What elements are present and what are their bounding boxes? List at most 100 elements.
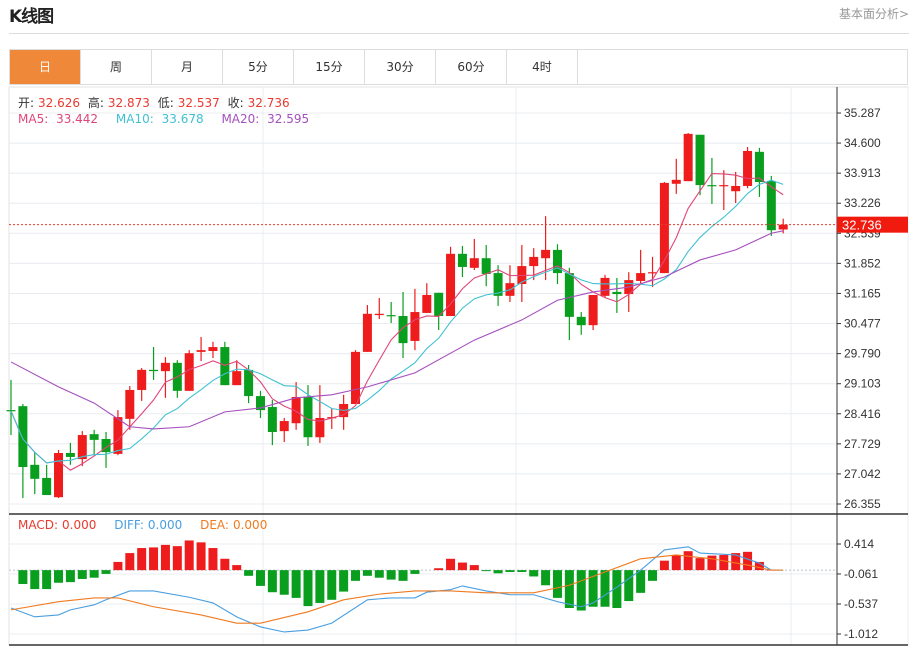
high-value: 32.873 <box>107 96 150 110</box>
macd-bar <box>446 558 456 571</box>
macd-bar <box>659 560 669 571</box>
candle-body <box>137 369 147 390</box>
ma5-value: 33.442 <box>56 112 99 126</box>
price-tick-label: 33.226 <box>844 196 881 210</box>
macd-bar <box>279 570 289 595</box>
macd-bar <box>469 565 479 571</box>
ma10-legend: MA10: 33.678 <box>116 112 208 126</box>
macd-bar <box>743 551 753 571</box>
macd-tick-label: -1.012 <box>844 627 878 641</box>
candle-body <box>362 313 372 352</box>
diff-value: 0.000 <box>147 518 183 532</box>
price-tick-label: 31.852 <box>844 256 881 270</box>
price-tick-label: 27.729 <box>844 437 881 451</box>
macd-bar <box>125 553 135 571</box>
candle-body <box>125 389 135 419</box>
candle-body <box>600 277 610 296</box>
candle-body <box>149 369 159 372</box>
macd-legend: MACD: 0.000 <box>18 518 100 532</box>
macd-bar <box>232 565 242 571</box>
candle-body <box>612 291 622 295</box>
ma20-legend: MA20: 32.595 <box>221 112 313 126</box>
candle-body <box>18 406 28 468</box>
macd-bar <box>648 570 658 581</box>
price-tick-label: 31.165 <box>844 286 881 300</box>
candle-body <box>398 315 408 344</box>
macd-bar <box>410 570 420 574</box>
macd-bar <box>552 570 562 598</box>
macd-tick-label: -0.537 <box>844 597 878 611</box>
macd-bar <box>113 561 123 571</box>
candle-body <box>648 272 658 274</box>
macd-bar <box>564 570 574 608</box>
candle-body <box>42 477 52 496</box>
diff-label: DIFF: <box>114 518 144 532</box>
macd-bar <box>30 570 40 590</box>
candle-body <box>30 464 40 479</box>
ma20-label: MA20: <box>221 112 260 126</box>
macd-bar <box>517 570 527 573</box>
candle-body <box>89 434 99 440</box>
macd-bar <box>315 570 325 603</box>
macd-bar <box>327 570 337 600</box>
macd-bar <box>291 570 301 598</box>
ma20-value: 32.595 <box>267 112 310 126</box>
dea-legend: DEA: 0.000 <box>200 518 271 532</box>
candle-body <box>374 313 384 316</box>
last-price-label: 32.736 <box>842 218 882 233</box>
candle-body <box>279 421 289 432</box>
macd-bar <box>172 546 182 571</box>
macd-bar <box>42 570 52 590</box>
macd-info: MACD: 0.000 DIFF: 0.000 DEA: 0.000 <box>18 518 275 532</box>
macd-bar <box>457 562 467 571</box>
candle-body <box>564 273 574 317</box>
candle-body <box>778 224 788 230</box>
dea-value: 0.000 <box>232 518 268 532</box>
price-tick-label: 34.600 <box>844 136 881 150</box>
ma-info: MA5: 33.442 MA10: 33.678 MA20: 32.595 <box>18 112 317 126</box>
macd-bar <box>695 558 705 571</box>
candle-body <box>541 249 551 259</box>
macd-bar <box>719 554 729 571</box>
macd-tick-label: 0.414 <box>844 537 874 551</box>
candle-body <box>232 371 242 386</box>
candle-body <box>113 417 123 454</box>
ma5-label: MA5: <box>18 112 49 126</box>
macd-bar <box>184 540 194 571</box>
macd-bar <box>600 570 610 607</box>
ma5-legend: MA5: 33.442 <box>18 112 102 126</box>
macd-bar <box>636 570 646 593</box>
candle-body <box>267 407 277 432</box>
close-label: 收: <box>227 96 244 110</box>
candle-body <box>731 185 741 192</box>
macd-bar <box>101 570 111 574</box>
low-value: 32.537 <box>177 96 220 110</box>
macd-label: MACD: <box>18 518 59 532</box>
macd-tick-label: -0.061 <box>844 567 878 581</box>
price-tick-label: 26.355 <box>844 497 881 511</box>
macd-bar <box>137 548 147 571</box>
ohlc-info: 开: 32.626 高: 32.873 低: 32.537 收: 32.736 <box>18 94 294 111</box>
macd-bar <box>77 570 87 579</box>
macd-bar <box>505 570 515 573</box>
candle-body <box>457 253 467 267</box>
macd-bar <box>196 542 206 571</box>
candle-body <box>220 347 230 386</box>
macd-bar <box>434 568 444 571</box>
candle-body <box>422 294 432 313</box>
candle-body <box>65 453 75 457</box>
macd-bar <box>303 570 313 607</box>
candle-body <box>351 351 361 404</box>
candle-body <box>529 256 539 267</box>
macd-bar <box>208 548 218 571</box>
macd-bar <box>707 555 717 571</box>
macd-bar <box>624 570 634 602</box>
macd-bar <box>541 570 551 586</box>
price-tick-label: 29.790 <box>844 347 881 361</box>
price-tick-label: 33.913 <box>844 166 881 180</box>
dea-label: DEA: <box>200 518 229 532</box>
candle-body <box>196 350 206 352</box>
price-tick-label: 35.287 <box>844 106 881 120</box>
open-value: 32.626 <box>38 96 81 110</box>
macd-bar <box>386 570 396 580</box>
